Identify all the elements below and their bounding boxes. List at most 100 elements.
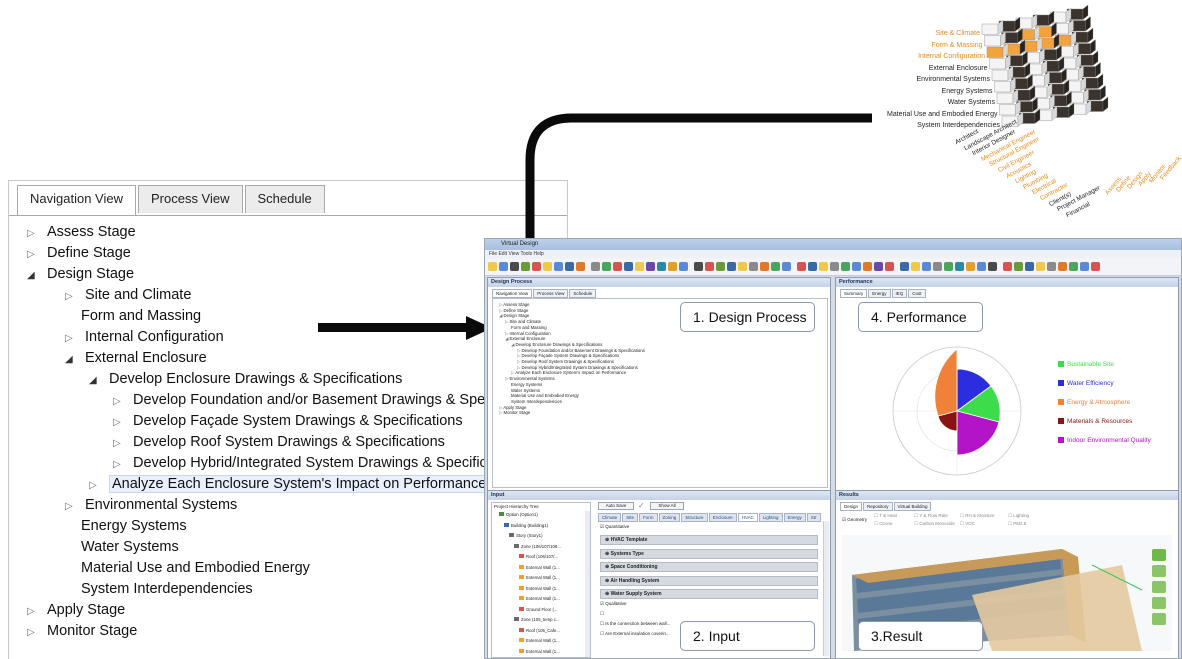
collapsed-triangle-icon[interactable]: ▷	[113, 433, 127, 454]
toolbar-button-icon[interactable]	[510, 262, 519, 271]
hierarchy-item[interactable]: External Wall (1...	[519, 564, 560, 570]
input-tab[interactable]: Structure	[681, 513, 708, 522]
toolbar-button-icon[interactable]	[738, 262, 747, 271]
input-tab[interactable]: Enclosure	[708, 513, 737, 522]
input-section-header[interactable]: ⊕ Systems Type	[600, 548, 818, 559]
input-scrollbar[interactable]	[823, 521, 829, 656]
toolbar-button-icon[interactable]	[1080, 262, 1089, 271]
results-tab-design[interactable]: Design	[840, 502, 863, 511]
input-section-header[interactable]: ⊕ Air Handling System	[600, 575, 818, 586]
result-filter-checkbox[interactable]: ☐ Y & Flow Rate	[914, 513, 948, 519]
collapsed-triangle-icon[interactable]: ▷	[89, 475, 103, 496]
tree-item[interactable]: ▷ Internal Configuration	[65, 327, 224, 348]
hierarchy-item[interactable]: External Wall (1...	[519, 585, 560, 591]
toolbar-button-icon[interactable]	[716, 262, 725, 271]
auto-save-button[interactable]: Auto Save	[598, 502, 634, 510]
toolbar-button-icon[interactable]	[576, 262, 585, 271]
toolbar-button-icon[interactable]	[668, 262, 677, 271]
mini-tab-schedule[interactable]: Schedule	[569, 289, 597, 298]
hierarchy-item[interactable]: Roof (105_Cafe...	[519, 627, 560, 633]
tree-item[interactable]: ▷ Apply Stage	[27, 600, 125, 621]
tree-item[interactable]: ▷ Develop Hybrid/Integrated System Drawin…	[113, 453, 525, 474]
collapsed-triangle-icon[interactable]: ▷	[65, 496, 79, 517]
tree-item[interactable]: ▷ Site and Climate	[65, 285, 191, 306]
result-filter-checkbox[interactable]: ☑ Geometry	[842, 517, 867, 523]
toolbar-button-icon[interactable]	[554, 262, 563, 271]
toolbar-button-icon[interactable]	[613, 262, 622, 271]
side-tool-4[interactable]	[1152, 597, 1166, 609]
tree-item[interactable]: ▷ Monitor Stage	[27, 621, 137, 642]
expanded-triangle-icon[interactable]: ◢	[89, 370, 103, 391]
tree-item[interactable]: ▷ Environmental Systems	[65, 495, 237, 516]
collapsed-triangle-icon[interactable]: ▷	[113, 391, 127, 412]
toolbar-button-icon[interactable]	[988, 262, 997, 271]
result-filter-checkbox[interactable]: ☐ T & Heat	[874, 513, 897, 519]
tree-item[interactable]: Form and Massing	[81, 306, 201, 327]
tree-item[interactable]: ▷ Develop Roof System Drawings & Specific…	[113, 432, 445, 453]
toolbar-button-icon[interactable]	[830, 262, 839, 271]
qualitative-blank-check[interactable]: ☐	[600, 611, 604, 617]
hierarchy-item[interactable]: External Wall (1...	[519, 648, 560, 654]
input-tab[interactable]: Str	[806, 513, 821, 522]
result-filter-checkbox[interactable]: ☐ Ozone	[874, 521, 893, 527]
toolbar-button-icon[interactable]	[841, 262, 850, 271]
toolbar-button-icon[interactable]	[694, 262, 703, 271]
collapsed-triangle-icon[interactable]: ▷	[113, 454, 127, 475]
toolbar-button-icon[interactable]	[532, 262, 541, 271]
toolbar-button-icon[interactable]	[705, 262, 714, 271]
tree-item[interactable]: ▷ Assess Stage	[27, 222, 136, 243]
toolbar-button-icon[interactable]	[771, 262, 780, 271]
toolbar-button-icon[interactable]	[1014, 262, 1023, 271]
toolbar-button-icon[interactable]	[782, 262, 791, 271]
toolbar-button-icon[interactable]	[900, 262, 909, 271]
input-section-header[interactable]: ⊕ Water Supply System	[600, 589, 818, 599]
hierarchy-item[interactable]: Option (Option1)	[499, 512, 538, 517]
perf-tab-cost[interactable]: Cost	[908, 289, 926, 298]
tab-schedule[interactable]: Schedule	[244, 185, 325, 213]
tree-item[interactable]: ▷ Define Stage	[27, 243, 131, 264]
toolbar-button-icon[interactable]	[874, 262, 883, 271]
collapsed-triangle-icon[interactable]: ▷	[27, 601, 41, 622]
toolbar-button-icon[interactable]	[966, 262, 975, 271]
side-tool-5[interactable]	[1152, 613, 1166, 625]
input-tab[interactable]: Form	[639, 513, 658, 522]
toolbar-button-icon[interactable]	[1003, 262, 1012, 271]
toolbar-button-icon[interactable]	[885, 262, 894, 271]
toolbar-button-icon[interactable]	[624, 262, 633, 271]
tab-process-view[interactable]: Process View	[137, 185, 243, 213]
collapsed-triangle-icon[interactable]: ▷	[65, 328, 79, 349]
toolbar-button-icon[interactable]	[646, 262, 655, 271]
tree-item[interactable]: ◢ Develop Enclosure Drawings & Specificat…	[89, 369, 402, 390]
collapsed-triangle-icon[interactable]: ▷	[113, 412, 127, 433]
hierarchy-item[interactable]: External Wall (1...	[519, 596, 560, 601]
hierarchy-item[interactable]: Zone (106/107/108...	[514, 543, 561, 549]
tree-item[interactable]: ◢ Design Stage	[27, 264, 134, 285]
toolbar-button-icon[interactable]	[543, 262, 552, 271]
toolbar-button-icon[interactable]	[1069, 262, 1078, 271]
toolbar-button-icon[interactable]	[727, 262, 736, 271]
hierarchy-item[interactable]: Zone (105_temp c...	[514, 617, 559, 622]
toolbar-button-icon[interactable]	[602, 262, 611, 271]
toolbar-button-icon[interactable]	[1058, 262, 1067, 271]
results-tab-virtual-building[interactable]: Virtual Building	[893, 502, 932, 511]
mini-tab-process-view[interactable]: Process View	[533, 289, 569, 298]
toolbar-button-icon[interactable]	[808, 262, 817, 271]
toolbar-button-icon[interactable]	[488, 262, 497, 271]
toolbar-button-icon[interactable]	[922, 262, 931, 271]
hierarchy-item[interactable]: External Wall (1...	[519, 575, 560, 580]
tree-item[interactable]: ◢ External Enclosure	[65, 348, 207, 369]
result-filter-checkbox[interactable]: ☐ RH & Moisture	[960, 513, 995, 519]
side-tool-3[interactable]	[1152, 581, 1166, 593]
input-tab[interactable]: Climate	[598, 513, 622, 522]
toolbar-button-icon[interactable]	[521, 262, 530, 271]
tab-navigation-view[interactable]: Navigation View	[17, 185, 136, 215]
perf-tab-summary[interactable]: Summary	[840, 289, 868, 298]
toolbar-button-icon[interactable]	[819, 262, 828, 271]
perf-tab-energy[interactable]: Energy	[868, 289, 891, 298]
results-tab-repository[interactable]: Repository	[863, 502, 893, 511]
side-tool-1[interactable]	[1152, 549, 1166, 561]
question-2[interactable]: ☐ Are External insulation coverin...	[600, 631, 670, 637]
quantitative-check[interactable]: ☑ Quantitative	[600, 524, 629, 530]
toolbar-button-icon[interactable]	[1036, 262, 1045, 271]
toolbar-button-icon[interactable]	[933, 262, 942, 271]
